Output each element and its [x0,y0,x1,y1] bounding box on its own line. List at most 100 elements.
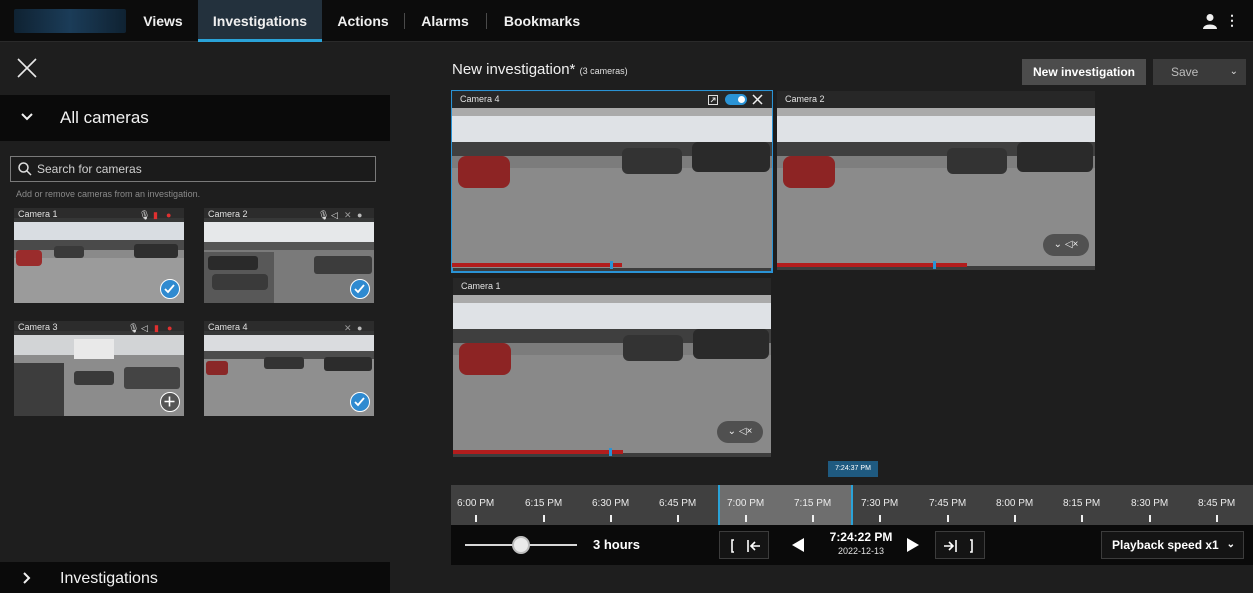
recording-bar [453,450,623,454]
investigations-header[interactable]: Investigations [0,562,390,593]
timeline-tick [1149,515,1151,522]
page-title: New investigation* (3 cameras) [452,61,628,78]
playback-speed-dropdown[interactable]: Playback speed x1 ⌄ [1101,531,1244,559]
timeline[interactable]: 6:00 PM 6:15 PM 6:30 PM 6:45 PM 7:00 PM … [451,485,1253,525]
speaker-icon: ◁ [331,210,338,220]
camera-thumbnail[interactable]: Camera 2 🎙 ◁ ✕ ● [204,208,374,303]
hint-text: Add or remove cameras from an investigat… [16,189,201,199]
investigation-title: New investigation* [452,61,576,78]
search-input[interactable] [37,160,367,178]
audio-mute-control[interactable]: ⌄ ◁× [717,421,763,443]
camera-tile[interactable]: Camera 4 [451,90,773,273]
playback-controls: 3 hours 7:24:22 PM 2022-12-13 Playback s… [451,525,1253,565]
microphone-icon: 🎙 [128,323,140,333]
all-cameras-header[interactable]: All cameras [0,95,390,141]
recording-icon: ● [167,323,173,333]
close-icon[interactable] [14,55,40,81]
timeline-tick [1216,515,1218,522]
camera-tile[interactable]: Camera 1 ⌄ ◁× [453,278,771,457]
camera-tile[interactable]: Camera 2 ⌄ ◁× [777,91,1095,270]
timeline-tick-label: 7:15 PM [794,498,832,509]
step-back-icon[interactable] [791,537,805,553]
save-button[interactable]: Save ⌄ [1153,59,1246,85]
timeline-tick-label: 8:00 PM [996,498,1034,509]
tile-header: Camera 2 [777,91,1095,108]
camera-preview-image [204,331,374,416]
maximize-icon[interactable] [708,95,718,105]
recording-bar [777,263,967,267]
alert-icon: ▮ [154,323,159,333]
chevron-right-icon [23,572,31,584]
tab-alarms[interactable]: Alarms [412,0,478,42]
timeline-tick-label: 7:30 PM [861,498,899,509]
playhead-marker [933,261,936,269]
new-investigation-button[interactable]: New investigation [1022,59,1146,85]
camera-name: Camera 4 [460,94,500,104]
tab-views[interactable]: Views [128,0,198,42]
set-start-marker-icon[interactable] [726,539,738,553]
timeline-tick-label: 7:45 PM [929,498,967,509]
speaker-icon: ◁ [141,323,148,333]
thumbnail-header: Camera 4 ✕ ● [204,321,374,335]
selection-end-controls [935,531,985,559]
tab-actions[interactable]: Actions [330,0,396,42]
timeline-tick [745,515,747,522]
playhead-marker [609,448,612,456]
tab-divider [404,13,405,29]
camera-thumbnail[interactable]: Camera 1 🎙 ▮ ● [14,208,184,303]
camera-toggle[interactable] [725,94,747,105]
close-icon[interactable] [752,94,763,105]
timeline-tick [947,515,949,522]
thumbnail-header: Camera 1 🎙 ▮ ● [14,208,184,222]
camera-panel: All cameras Add or remove cameras from a… [0,43,390,593]
camera-name: Camera 3 [18,322,58,332]
camera-video-feed [452,108,772,268]
timeline-marker-time: 7:24:37 PM [828,461,878,477]
add-icon[interactable] [160,392,180,412]
top-navigation-bar: Views Investigations Actions Alarms Book… [0,0,1253,42]
timeline-tick [475,515,477,522]
camera-preview-image [14,218,184,303]
no-recording-icon: ✕ [344,210,352,220]
thumbnail-header: Camera 3 🎙 ◁ ▮ ● [14,321,184,335]
check-icon[interactable] [350,392,370,412]
chevron-down-icon[interactable]: ⌄ [1230,59,1238,85]
selection-start-handle[interactable] [718,485,720,525]
search-icon [18,162,32,176]
microphone-icon: 🎙 [318,210,330,220]
timespan-label: 3 hours [593,537,640,552]
current-date: 2022-12-13 [837,546,885,556]
investigations-label: Investigations [60,570,158,587]
chevron-down-icon [21,113,33,121]
check-icon[interactable] [350,279,370,299]
timeline-tick [812,515,814,522]
selection-end-handle[interactable] [851,485,853,525]
tab-bookmarks[interactable]: Bookmarks [494,0,590,42]
recording-icon: ● [166,210,172,220]
tile-header: Camera 1 [453,278,771,295]
set-end-marker-icon[interactable] [966,539,978,553]
more-options-icon[interactable]: ⋮ [1225,12,1239,29]
camera-name: Camera 1 [461,281,501,291]
go-to-end-icon[interactable] [942,539,958,553]
check-icon[interactable] [160,279,180,299]
investigation-workspace: New investigation* (3 cameras) New inves… [390,43,1253,593]
camera-thumbnail[interactable]: Camera 3 🎙 ◁ ▮ ● [14,321,184,416]
timeline-tick-label: 8:15 PM [1063,498,1101,509]
user-icon[interactable] [1203,13,1217,29]
camera-preview-image [14,331,184,416]
recording-bar [452,263,622,267]
no-recording-icon: ✕ [344,323,352,333]
go-to-start-icon[interactable] [746,539,762,553]
timespan-slider-handle[interactable] [512,536,530,554]
selection-start-controls [719,531,769,559]
microphone-icon: 🎙 [139,210,151,220]
camera-thumbnail[interactable]: Camera 4 ✕ ● [204,321,374,416]
audio-mute-control[interactable]: ⌄ ◁× [1043,234,1089,256]
camera-count: (3 cameras) [579,66,628,76]
camera-name: Camera 4 [208,322,248,332]
tab-investigations[interactable]: Investigations [198,0,322,42]
play-icon[interactable] [906,537,920,553]
search-field[interactable] [10,156,376,182]
speaker-icon: ▮ [153,210,158,220]
